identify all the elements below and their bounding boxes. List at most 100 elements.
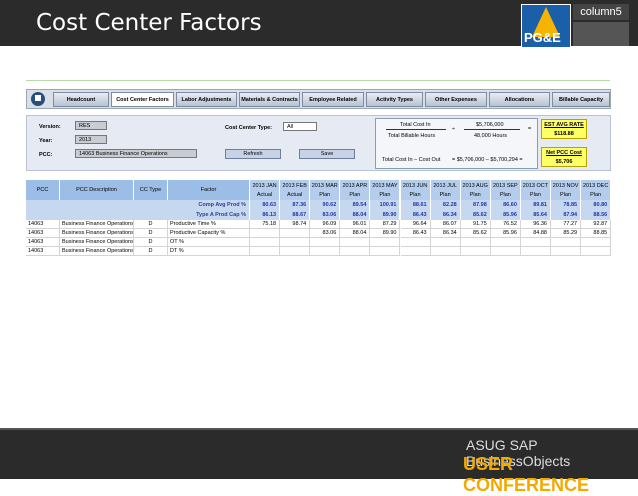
cell-value[interactable]: 84.88 — [520, 229, 551, 238]
month-type: Plan — [560, 191, 572, 198]
cell-value[interactable] — [430, 238, 461, 247]
cell-value[interactable] — [370, 247, 401, 256]
divide-sign: ÷ — [452, 126, 456, 132]
net-formula-label: Total Cost In – Cost Out — [382, 157, 441, 163]
pcc-field[interactable]: 14063 Business Finance Operations — [75, 149, 197, 158]
total-cost-in-value: $5,706,000 — [476, 122, 504, 128]
cell-value[interactable]: 96.36 — [520, 220, 551, 229]
cell-value[interactable] — [310, 247, 341, 256]
home-button[interactable] — [31, 92, 45, 106]
cell-value[interactable] — [581, 247, 612, 256]
cell-desc: Business Finance Operations — [60, 247, 134, 256]
fraction-line — [386, 129, 446, 130]
refresh-button[interactable]: Refresh — [225, 149, 281, 159]
total-billable-hours-value: 48,000 Hours — [474, 133, 508, 139]
summary-value: 88.04 — [340, 210, 371, 220]
header-month: 2013 OCT Plan — [520, 180, 551, 200]
cell-value[interactable] — [551, 238, 582, 247]
cell-value[interactable]: 87.29 — [370, 220, 401, 229]
tab-activity-types[interactable]: Activity Types — [366, 92, 423, 107]
est-avg-rate-box: EST AVG RATE $118.88 — [541, 119, 587, 139]
cell-value[interactable] — [250, 238, 281, 247]
month-label: 2013 JAN — [252, 182, 277, 189]
version-field[interactable]: RES — [75, 121, 107, 130]
summary-value: 80.80 — [581, 200, 612, 210]
cell-value[interactable]: 85.62 — [460, 229, 491, 238]
year-field[interactable]: 2013 — [75, 135, 107, 144]
cell-value[interactable]: 88.04 — [340, 229, 371, 238]
tab-allocations[interactable]: Allocations — [489, 92, 550, 107]
month-type: Plan — [529, 191, 541, 198]
summary-value: 88.61 — [400, 200, 431, 210]
grid-header: PCC PCC Description CC Type Factor 2013 JAN A… — [26, 180, 612, 200]
cell-value[interactable] — [520, 238, 551, 247]
cell-value[interactable]: 98.74 — [280, 220, 311, 229]
slide-title: Cost Center Factors — [36, 10, 262, 36]
cell-value[interactable] — [280, 238, 311, 247]
cell-value[interactable] — [310, 238, 341, 247]
cell-value[interactable] — [460, 238, 491, 247]
cell-value[interactable] — [250, 229, 281, 238]
month-type: Plan — [439, 191, 451, 198]
cell-value[interactable]: 77.27 — [551, 220, 582, 229]
net-pcc-cost-value: $5,706 — [555, 159, 573, 165]
header-month: 2013 SEP Plan — [490, 180, 521, 200]
column5-bar — [573, 22, 629, 46]
tab-labor-adjustments[interactable]: Labor Adjustments — [176, 92, 237, 107]
net-formula-value: = $5,706,000 – $5,700,294 = — [452, 157, 523, 163]
slide-header: Cost Center Factors PG&E column5 — [0, 0, 638, 48]
net-pcc-cost-box: Net PCC Cost $5,706 — [541, 147, 587, 167]
header-month: 2013 JAN Actual — [250, 180, 281, 200]
summary-value: 90.62 — [310, 200, 341, 210]
cell-value[interactable] — [430, 247, 461, 256]
cell-value[interactable] — [581, 238, 612, 247]
tab-employee-related[interactable]: Employee Related — [302, 92, 364, 107]
cell-value[interactable]: 92.87 — [581, 220, 612, 229]
cell-value[interactable]: 76.52 — [490, 220, 521, 229]
cell-value[interactable]: 75.18 — [250, 220, 281, 229]
cell-value[interactable]: 86.43 — [400, 229, 431, 238]
cell-value[interactable]: 89.90 — [370, 229, 401, 238]
tab-headcount[interactable]: Headcount — [53, 92, 109, 107]
cell-value[interactable] — [250, 247, 281, 256]
cell-value[interactable] — [400, 238, 431, 247]
cell-value[interactable]: 91.75 — [460, 220, 491, 229]
cell-value[interactable] — [490, 238, 521, 247]
cell-value[interactable] — [280, 229, 311, 238]
tab-materials-contracts[interactable]: Materials & Contracts — [239, 92, 300, 107]
cell-value[interactable]: 86.34 — [430, 229, 461, 238]
cell-value[interactable] — [400, 247, 431, 256]
cell-value[interactable] — [490, 247, 521, 256]
summary-value: 86.60 — [490, 200, 521, 210]
column5-logo: column5 — [573, 4, 629, 20]
cell-value[interactable]: 96.01 — [340, 220, 371, 229]
cell-value[interactable]: 86.07 — [430, 220, 461, 229]
cell-value[interactable] — [460, 247, 491, 256]
cell-value[interactable]: 83.06 — [310, 229, 341, 238]
summary-value: 89.81 — [520, 200, 551, 210]
cell-value[interactable] — [340, 247, 371, 256]
version-label: Version: — [39, 124, 61, 130]
divider — [26, 80, 610, 81]
cell-value[interactable] — [370, 238, 401, 247]
cell-value[interactable] — [520, 247, 551, 256]
month-type: Actual — [286, 191, 303, 198]
cost-center-type-field[interactable]: All — [283, 122, 317, 131]
cell-value[interactable]: 96.09 — [310, 220, 341, 229]
month-label: 2013 NOV — [552, 182, 579, 189]
cell-value[interactable] — [280, 247, 311, 256]
tab-billable-capacity[interactable]: Billable Capacity — [552, 92, 610, 107]
cell-value[interactable]: 85.29 — [551, 229, 582, 238]
save-button[interactable]: Save — [299, 149, 355, 159]
header-factor: Factor — [168, 180, 250, 200]
cell-value[interactable] — [340, 238, 371, 247]
cell-value[interactable]: 96.64 — [400, 220, 431, 229]
cell-value[interactable]: 88.85 — [581, 229, 612, 238]
tab-other-expenses[interactable]: Other Expenses — [425, 92, 487, 107]
tab-cost-center-factors[interactable]: Cost Center Factors — [111, 92, 174, 107]
cell-value[interactable] — [551, 247, 582, 256]
month-type: Plan — [349, 191, 361, 198]
month-label: 2013 JUN — [402, 182, 428, 189]
table-row: 14063 Business Finance Operations D OT % — [26, 238, 612, 247]
cell-value[interactable]: 85.96 — [490, 229, 521, 238]
